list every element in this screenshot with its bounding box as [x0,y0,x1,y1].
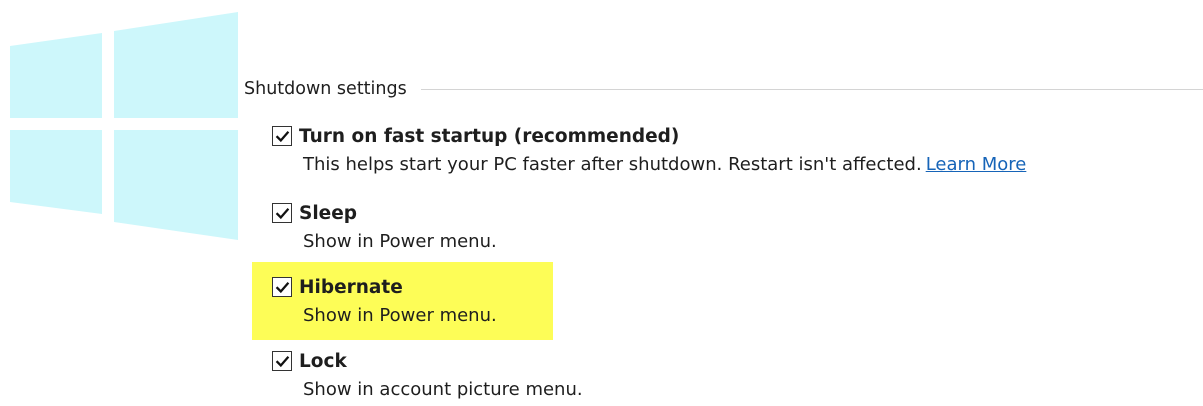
option-hibernate: Hibernate Show in Power menu. [272,275,497,328]
hibernate-checkbox[interactable] [272,277,292,297]
learn-more-link[interactable]: Learn More [926,154,1027,175]
checkmark-icon [275,281,289,293]
fast-startup-checkbox[interactable] [272,126,292,146]
fast-startup-description: This helps start your PC faster after sh… [303,153,1026,177]
checkmark-icon [275,130,289,142]
sleep-label[interactable]: Sleep [299,203,357,224]
windows-logo-icon [10,12,238,240]
sleep-description: Show in Power menu. [303,231,497,252]
option-lock: Lock Show in account picture menu. [272,349,583,402]
option-fast-startup: Turn on fast startup (recommended) This … [272,124,1026,177]
hibernate-label[interactable]: Hibernate [299,277,403,298]
section-header: Shutdown settings [244,76,1203,102]
fast-startup-label[interactable]: Turn on fast startup (recommended) [299,126,679,147]
lock-checkbox[interactable] [272,351,292,371]
fast-startup-row[interactable]: Turn on fast startup (recommended) [272,124,1026,148]
fast-startup-description-text: This helps start your PC faster after sh… [303,154,922,175]
option-sleep: Sleep Show in Power menu. [272,201,497,254]
hibernate-description: Show in Power menu. [303,305,497,326]
sleep-row[interactable]: Sleep [272,201,497,225]
lock-row[interactable]: Lock [272,349,583,373]
lock-description: Show in account picture menu. [303,379,583,400]
checkmark-icon [275,207,289,219]
hibernate-row[interactable]: Hibernate [272,275,497,299]
lock-label[interactable]: Lock [299,351,347,372]
section-divider [420,88,1203,90]
section-title: Shutdown settings [244,79,407,99]
checkmark-icon [275,355,289,367]
sleep-checkbox[interactable] [272,203,292,223]
